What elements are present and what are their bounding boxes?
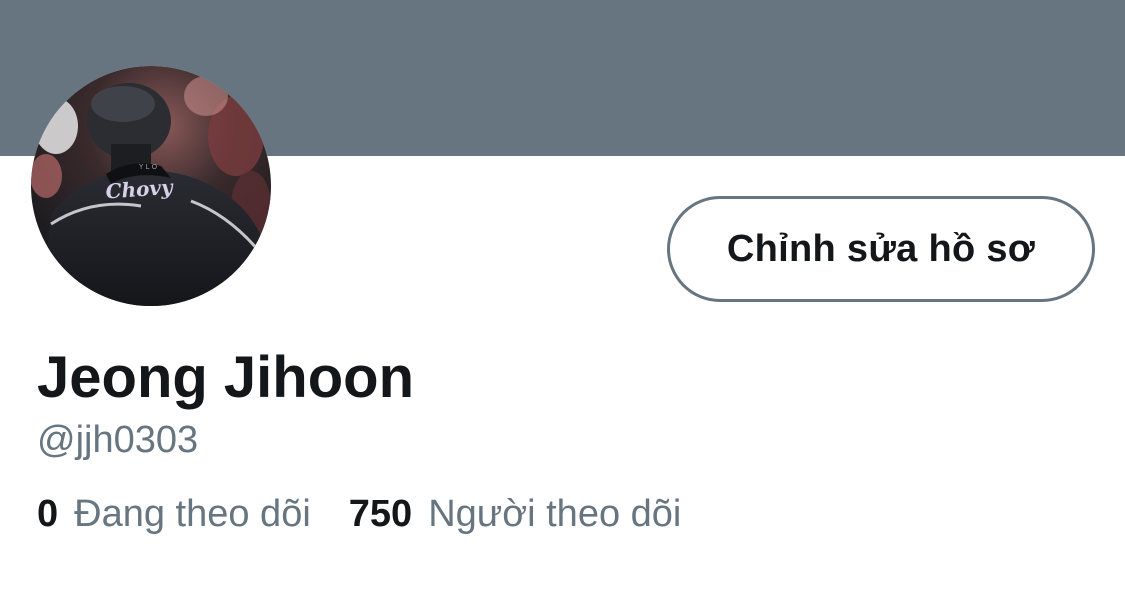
following-label: Đang theo dõi — [74, 493, 311, 535]
following-stat[interactable]: 0 Đang theo dõi — [37, 488, 311, 540]
profile-stats: 0 Đang theo dõi 750 Người theo dõi — [37, 488, 681, 540]
svg-text:Y L O: Y L O — [138, 163, 158, 171]
profile-avatar[interactable]: Chovy Y L O — [31, 66, 271, 306]
followers-stat[interactable]: 750 Người theo dõi — [349, 488, 682, 540]
avatar-photo: Chovy Y L O — [31, 66, 271, 306]
edit-profile-button-label: Chỉnh sửa hồ sơ — [726, 227, 1036, 270]
edit-profile-button[interactable]: Chỉnh sửa hồ sơ — [667, 196, 1095, 302]
avatar-jacket-text: Chovy — [105, 175, 175, 204]
display-name: Jeong Jihoon — [37, 345, 414, 410]
followers-count: 750 — [348, 493, 413, 535]
following-count: 0 — [37, 493, 59, 535]
user-handle: @jjh0303 — [37, 419, 199, 461]
followers-label: Người theo dõi — [428, 493, 682, 535]
